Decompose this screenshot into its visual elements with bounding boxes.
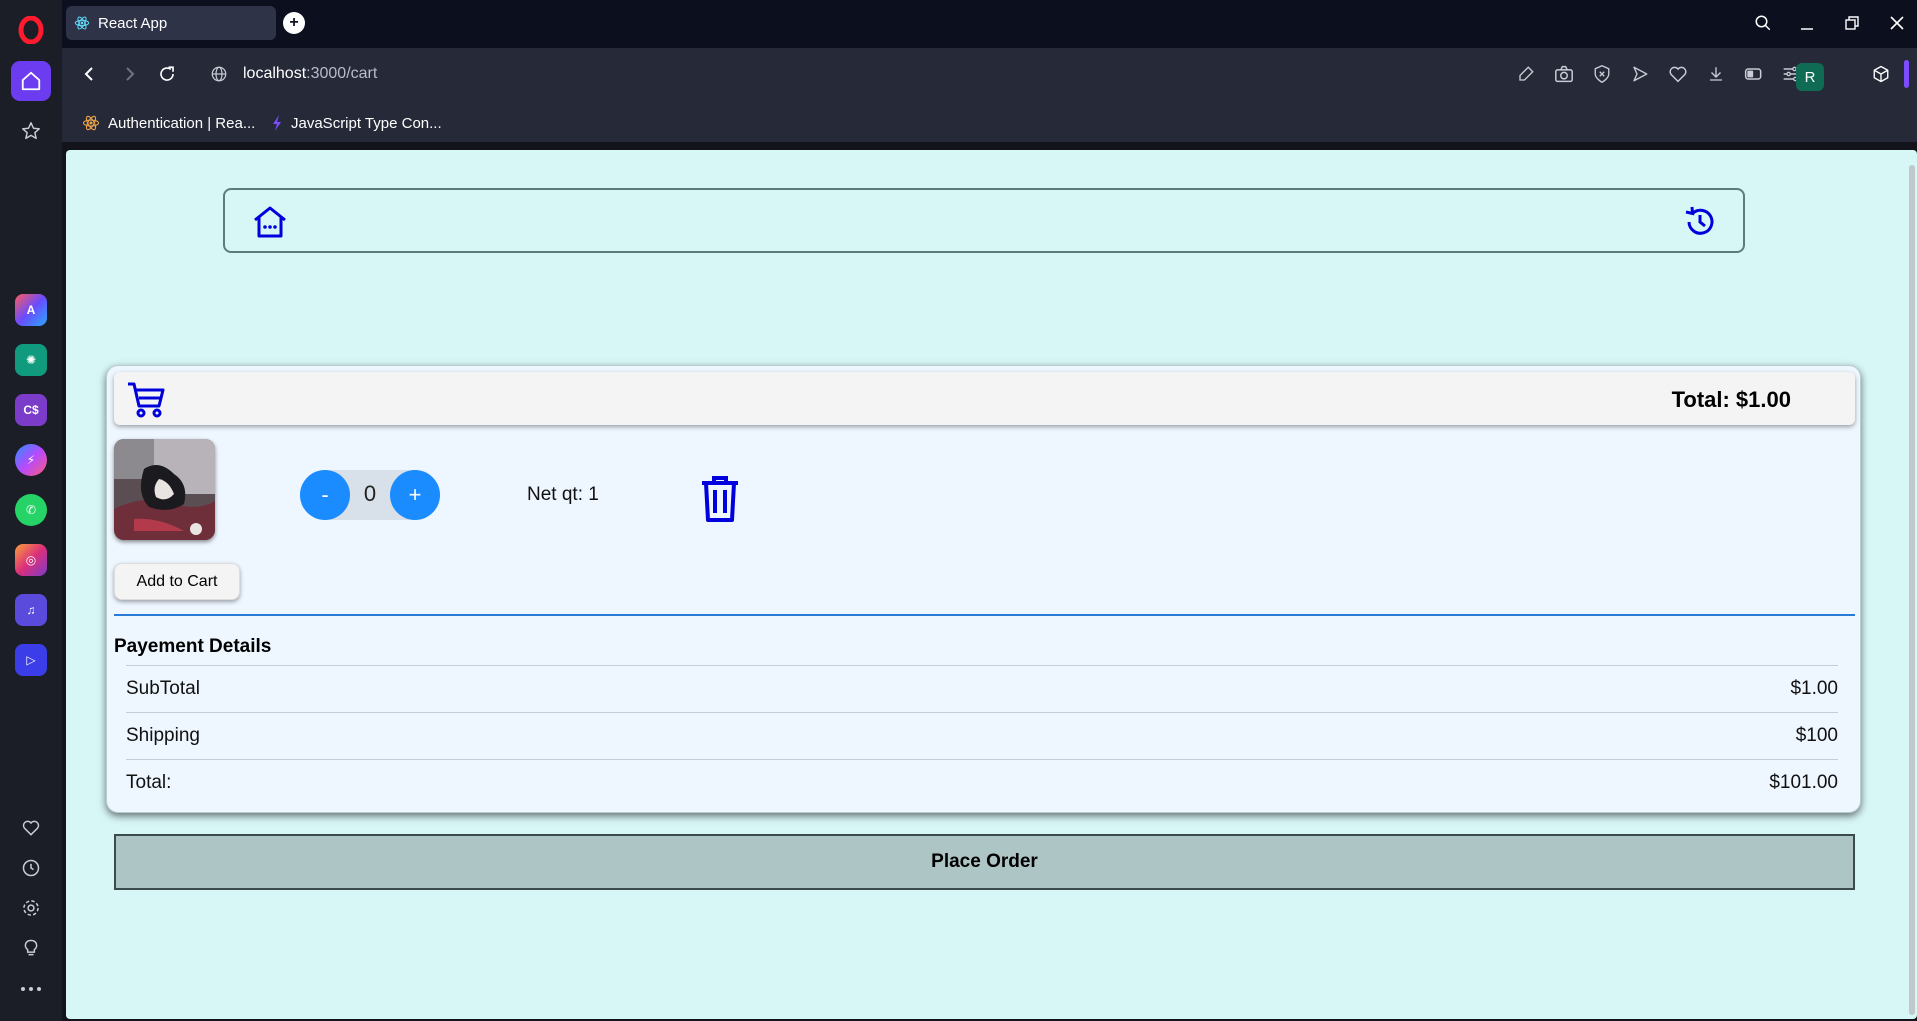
instagram-app-badge: ◎ — [15, 544, 47, 576]
bookmark-item-javascript-type[interactable]: JavaScript Type Con... — [271, 114, 442, 132]
battery-saver-icon[interactable] — [1743, 63, 1765, 85]
lightbulb-icon[interactable] — [11, 931, 51, 965]
adblock-shield-icon[interactable] — [1591, 63, 1613, 85]
home-icon[interactable] — [251, 205, 289, 244]
payment-value: $100 — [1795, 725, 1838, 746]
new-tab-plus-icon[interactable]: + — [283, 12, 305, 34]
close-icon[interactable] — [1886, 12, 1908, 34]
page-viewport: Total: $1.00 Add to Cart - 0 + Net qt: 1… — [66, 150, 1917, 1019]
whatsapp-icon[interactable]: ✆ — [11, 490, 51, 530]
more-dots-icon[interactable] — [11, 972, 51, 1006]
payment-value: $1.00 — [1790, 678, 1838, 699]
section-divider — [114, 614, 1855, 616]
heart-outline-icon[interactable] — [1667, 63, 1689, 85]
bookmarks-bar: Authentication | Rea... JavaScript Type … — [62, 100, 1917, 142]
globe-icon — [207, 62, 231, 86]
music-icon[interactable]: ♫ — [11, 590, 51, 630]
csharp-app-badge: C$ — [15, 394, 47, 426]
player-icon[interactable]: ▷ — [11, 640, 51, 680]
payment-row-shipping: Shipping $100 — [126, 712, 1838, 759]
payment-row-total: Total: $101.00 — [126, 759, 1838, 806]
add-to-cart-button[interactable]: Add to Cart — [114, 563, 240, 600]
aria-icon[interactable]: A — [11, 290, 51, 330]
payment-details-title: Payement Details — [114, 636, 272, 657]
react-logo-icon — [82, 115, 100, 131]
extensions-cube-icon[interactable] — [1870, 63, 1892, 85]
bookmark-item-authentication[interactable]: Authentication | Rea... — [82, 114, 255, 132]
csharp-icon[interactable]: C$ — [11, 390, 51, 430]
opera-sidebar: A ✺ C$ ⚡ ✆ ◎ ♫ ▷ — [0, 0, 62, 1021]
page-scrollbar[interactable] — [1909, 165, 1915, 1015]
payment-row-subtotal: SubTotal $1.00 — [126, 665, 1838, 712]
music-app-badge: ♫ — [15, 594, 47, 626]
tab-react-app[interactable]: React App — [66, 6, 276, 40]
reload-icon[interactable] — [155, 62, 179, 86]
shopping-cart-icon — [126, 380, 166, 423]
url-host: localhost — [243, 65, 307, 82]
opera-logo-icon[interactable] — [18, 16, 44, 44]
restore-icon[interactable] — [1841, 12, 1863, 34]
url-path: :3000/cart — [306, 65, 378, 82]
snapshot-edit-icon[interactable] — [1515, 63, 1537, 85]
home-icon[interactable] — [11, 61, 51, 101]
browser-window: A ✺ C$ ⚡ ✆ ◎ ♫ ▷ React App + localhost:3… — [0, 0, 1917, 1021]
cart-total: Total: $1.00 — [1671, 387, 1791, 412]
instagram-icon[interactable]: ◎ — [11, 540, 51, 580]
bookmark-label: JavaScript Type Con... — [291, 114, 442, 132]
chatgpt-app-badge: ✺ — [15, 344, 47, 376]
search-icon[interactable] — [1752, 12, 1774, 34]
bookmark-label: Authentication | Rea... — [108, 114, 256, 132]
star-icon[interactable] — [11, 111, 51, 151]
tab-bar: React App + — [62, 0, 1917, 48]
net-quantity: Net qt: 1 — [527, 484, 599, 505]
forward-arrow-icon[interactable] — [117, 62, 141, 86]
send-arrow-icon[interactable] — [1629, 63, 1651, 85]
messenger-icon[interactable]: ⚡ — [11, 440, 51, 480]
sidebar-toggle-accent[interactable] — [1904, 60, 1909, 88]
quantity-stepper: - 0 + — [300, 470, 440, 520]
app-navbar — [223, 188, 1745, 253]
back-arrow-icon[interactable] — [78, 62, 102, 86]
place-order-button[interactable]: Place Order — [114, 834, 1855, 890]
increment-button[interactable]: + — [390, 470, 440, 520]
minimize-icon[interactable] — [1796, 12, 1818, 34]
payment-label: Total: — [126, 772, 172, 793]
cart-header: Total: $1.00 — [114, 372, 1855, 425]
payment-label: Shipping — [126, 725, 200, 746]
history-clock-icon[interactable] — [11, 851, 51, 885]
chatgpt-icon[interactable]: ✺ — [11, 340, 51, 380]
settings-gear-icon[interactable] — [11, 891, 51, 925]
product-image — [114, 439, 215, 540]
cart-card: Total: $1.00 Add to Cart - 0 + Net qt: 1… — [106, 365, 1861, 813]
tab-title: React App — [98, 14, 168, 32]
messenger-app-badge: ⚡ — [15, 444, 47, 476]
quantity-value: 0 — [363, 481, 377, 506]
camera-icon[interactable] — [1553, 63, 1575, 85]
trash-icon[interactable] — [699, 475, 741, 528]
url-field[interactable]: localhost:3000/cart — [243, 65, 377, 83]
react-logo-icon — [74, 16, 90, 30]
download-icon[interactable] — [1705, 63, 1727, 85]
decrement-button[interactable]: - — [300, 470, 350, 520]
heart-icon[interactable] — [11, 811, 51, 845]
payment-label: SubTotal — [126, 678, 200, 699]
payment-value: $101.00 — [1769, 772, 1838, 793]
whatsapp-app-badge: ✆ — [15, 494, 47, 526]
order-history-icon[interactable] — [1683, 205, 1717, 244]
profile-avatar[interactable]: R — [1796, 63, 1824, 91]
aria-app-badge: A — [15, 294, 47, 326]
stackblitz-bolt-icon — [273, 115, 281, 131]
player-app-badge: ▷ — [15, 644, 47, 676]
address-toolbar: localhost:3000/cart R — [62, 48, 1917, 100]
